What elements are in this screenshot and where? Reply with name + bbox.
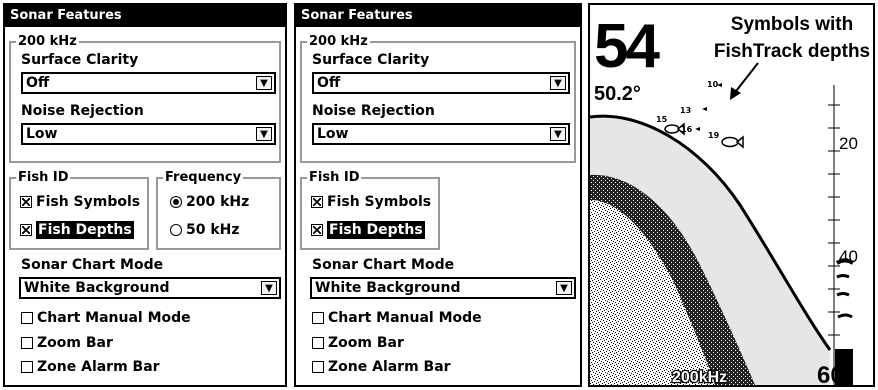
fish-symbols-label: Fish Symbols: [327, 194, 432, 210]
freq-200-radio[interactable]: 200 kHz: [170, 193, 249, 211]
fish-depth-16: 16: [681, 125, 693, 134]
chevron-down-icon[interactable]: ▼: [256, 127, 272, 141]
fish-symbols-label: Fish Symbols: [36, 194, 141, 210]
sonar-chart: 10 13 15 16 19 54 50.2° Symbols with Fis…: [590, 12, 870, 385]
surface-clarity-select[interactable]: Off ▼: [21, 72, 276, 94]
fish-id-label: Fish ID: [16, 170, 71, 186]
zoom-bar-checkbox[interactable]: Zoom Bar: [312, 334, 404, 352]
fish-symbol-icon: [695, 127, 700, 131]
surface-clarity-select[interactable]: Off ▼: [312, 72, 570, 94]
fish-arch: [837, 313, 853, 319]
fish-id-label: Fish ID: [307, 170, 362, 186]
group-200khz-label: 200 kHz: [307, 34, 370, 50]
fish-arch: [836, 292, 850, 297]
fish-symbols-checkbox[interactable]: Fish Symbols: [311, 193, 431, 211]
checkbox-checked-icon[interactable]: [20, 196, 32, 208]
fish-depth-19: 19: [708, 131, 720, 140]
sonar-features-menu-1: Sonar Features 200 kHz Surface Clarity O…: [3, 3, 287, 387]
zoom-bar-checkbox[interactable]: Zoom Bar: [21, 334, 113, 352]
noise-rejection-select[interactable]: Low ▼: [312, 123, 570, 145]
noise-rejection-label: Noise Rejection: [21, 103, 144, 119]
chevron-down-icon[interactable]: ▼: [261, 281, 277, 295]
fish-depths-checkbox[interactable]: Fish Depths: [311, 221, 425, 239]
fish-symbol-icon: [702, 107, 707, 111]
chevron-down-icon[interactable]: ▼: [556, 281, 572, 295]
scale-label-60: 60: [817, 362, 844, 385]
chart-mode-label: Sonar Chart Mode: [21, 257, 164, 273]
noise-rejection-label: Noise Rejection: [312, 103, 435, 119]
fish-depths-label: Fish Depths: [327, 221, 425, 239]
zoom-bar-label: Zoom Bar: [328, 335, 404, 351]
chart-mode-value: White Background: [315, 280, 461, 296]
surface-clarity-label: Surface Clarity: [312, 52, 430, 68]
checkbox-checked-icon[interactable]: [20, 224, 32, 236]
noise-rejection-value: Low: [26, 126, 58, 142]
fish-depth-15: 15: [656, 115, 668, 124]
scale-label-20: 20: [839, 134, 858, 153]
chart-mode-select[interactable]: White Background ▼: [19, 277, 281, 299]
frequency-label: Frequency: [163, 170, 244, 186]
checkbox-unchecked-icon[interactable]: [312, 361, 324, 373]
checkbox-unchecked-icon[interactable]: [312, 312, 324, 324]
fish-depth-10: 10: [707, 80, 719, 89]
fish-depths-label: Fish Depths: [36, 221, 134, 239]
checkbox-unchecked-icon[interactable]: [21, 361, 33, 373]
chevron-down-icon[interactable]: ▼: [550, 127, 566, 141]
frequency-footer: 200kHz: [672, 369, 727, 385]
freq-50-label: 50 kHz: [186, 222, 240, 238]
surface-clarity-value: Off: [317, 75, 341, 91]
menu-title: Sonar Features: [296, 5, 580, 27]
fish-arch: [836, 274, 850, 279]
annotation-line-2: FishTrack depths: [714, 41, 870, 62]
noise-rejection-value: Low: [317, 126, 349, 142]
checkbox-unchecked-icon[interactable]: [312, 337, 324, 349]
checkbox-unchecked-icon[interactable]: [21, 312, 33, 324]
chart-mode-select[interactable]: White Background ▼: [310, 277, 576, 299]
freq-200-label: 200 kHz: [186, 194, 250, 210]
group-fish-id: Fish ID Fish Symbols Fish Depths: [300, 170, 440, 250]
fish-depths-checkbox[interactable]: Fish Depths: [20, 221, 134, 239]
chevron-down-icon[interactable]: ▼: [256, 76, 272, 90]
chart-manual-label: Chart Manual Mode: [328, 310, 482, 326]
checkbox-checked-icon[interactable]: [311, 196, 323, 208]
sonar-features-menu-2: Sonar Features 200 kHz Surface Clarity O…: [294, 3, 582, 387]
annotation-arrowhead: [730, 87, 741, 100]
checkbox-unchecked-icon[interactable]: [21, 337, 33, 349]
fish-depth-13: 13: [680, 106, 691, 115]
fish-symbols-checkbox[interactable]: Fish Symbols: [20, 193, 140, 211]
annotation-line-1: Symbols with: [731, 14, 853, 35]
noise-rejection-select[interactable]: Low ▼: [21, 123, 276, 145]
chart-mode-label: Sonar Chart Mode: [312, 257, 455, 273]
fish-symbol-icon: [721, 135, 744, 149]
group-frequency: Frequency 200 kHz 50 kHz: [156, 170, 281, 250]
sonar-chart-display: 10 13 15 16 19 54 50.2° Symbols with Fis…: [588, 3, 875, 387]
checkbox-checked-icon[interactable]: [311, 224, 323, 236]
annotation-arrow: [732, 62, 759, 96]
freq-50-radio[interactable]: 50 kHz: [170, 221, 240, 239]
chart-mode-value: White Background: [24, 280, 170, 296]
chart-manual-checkbox[interactable]: Chart Manual Mode: [21, 309, 191, 327]
zone-alarm-checkbox[interactable]: Zone Alarm Bar: [21, 358, 160, 376]
radio-unselected-icon[interactable]: [170, 224, 182, 236]
zone-alarm-label: Zone Alarm Bar: [328, 359, 451, 375]
depth-readout: 54: [594, 12, 660, 81]
chevron-down-icon[interactable]: ▼: [550, 76, 566, 90]
group-200khz: 200 kHz Surface Clarity Off ▼ Noise Reje…: [300, 34, 576, 163]
surface-clarity-label: Surface Clarity: [21, 52, 139, 68]
temperature-readout: 50.2°: [594, 83, 641, 105]
zone-alarm-label: Zone Alarm Bar: [37, 359, 160, 375]
zone-alarm-checkbox[interactable]: Zone Alarm Bar: [312, 358, 451, 376]
chart-manual-label: Chart Manual Mode: [37, 310, 191, 326]
group-200khz: 200 kHz Surface Clarity Off ▼ Noise Reje…: [9, 34, 281, 163]
chart-manual-checkbox[interactable]: Chart Manual Mode: [312, 309, 482, 327]
scale-label-40: 40: [839, 247, 858, 266]
surface-clarity-value: Off: [26, 75, 50, 91]
radio-selected-icon[interactable]: [170, 196, 182, 208]
zoom-bar-label: Zoom Bar: [37, 335, 113, 351]
group-200khz-label: 200 kHz: [16, 34, 79, 50]
group-fish-id: Fish ID Fish Symbols Fish Depths: [9, 170, 149, 250]
menu-title: Sonar Features: [5, 5, 285, 27]
